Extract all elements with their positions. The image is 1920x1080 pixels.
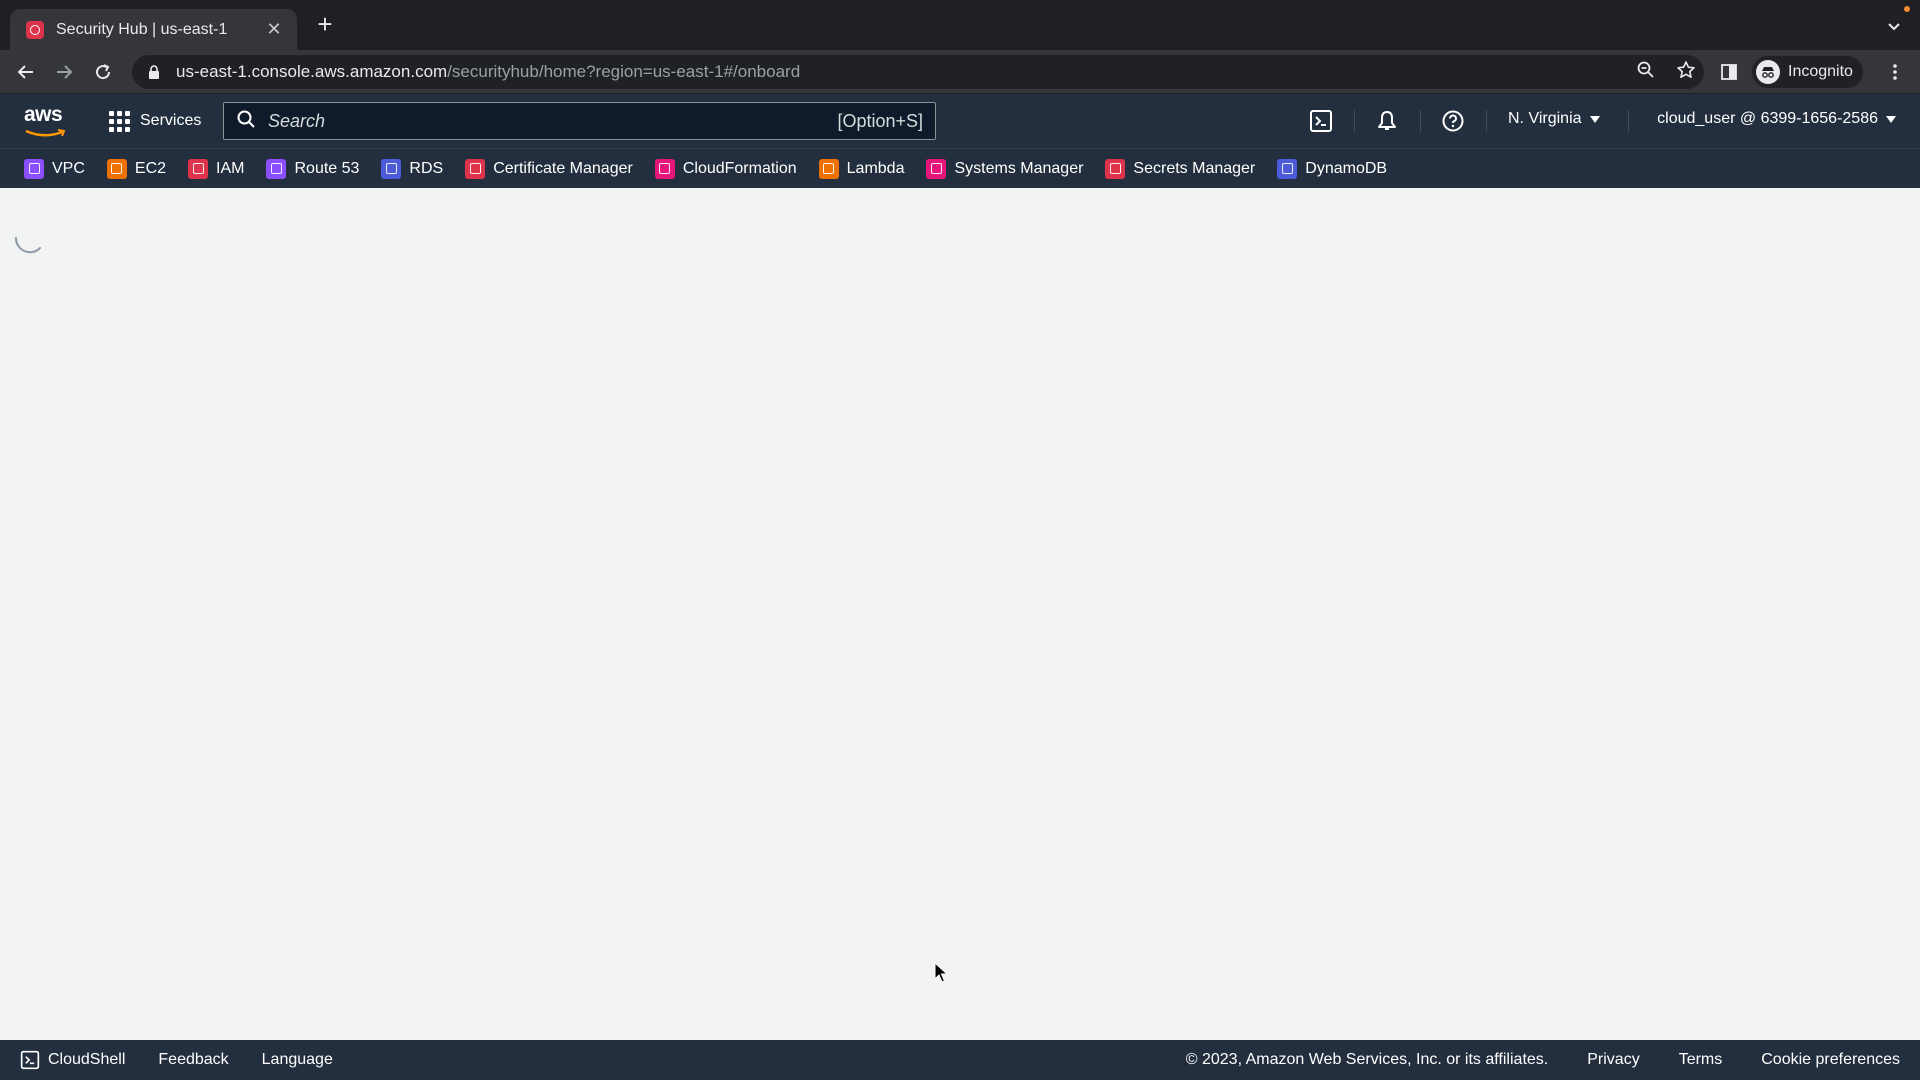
favorite-label: CloudFormation (682, 159, 797, 177)
browser-tab-strip: Security Hub | us-east-1 ✕ + (0, 0, 1920, 50)
cloudshell-label: CloudShell (48, 1051, 126, 1068)
certificate-manager-service-icon (465, 158, 486, 179)
browser-menu-icon[interactable] (1882, 59, 1908, 85)
incognito-profile-button[interactable]: Incognito (1752, 56, 1863, 88)
favorite-secrets-manager[interactable]: Secrets Manager (1105, 158, 1256, 179)
terms-link[interactable]: Terms (1679, 1051, 1723, 1069)
favorite-label: Systems Manager (954, 159, 1084, 177)
bookmark-star-icon[interactable] (1676, 60, 1696, 85)
favorites-bar: VPC EC2 IAM Route 53 RDS Certificate Manager C… (0, 148, 1920, 188)
favorite-label: Route 53 (294, 159, 360, 177)
favorite-label: Certificate Manager (493, 159, 633, 177)
secrets-manager-service-icon (1105, 158, 1126, 179)
vpc-service-icon (24, 158, 44, 179)
grid-icon (108, 110, 130, 132)
forward-arrow-icon[interactable] (51, 59, 77, 85)
cloudshell-icon (20, 1050, 40, 1070)
favorite-vpc[interactable]: VPC (24, 158, 85, 179)
favorite-label: DynamoDB (1305, 159, 1388, 177)
favorite-label: RDS (409, 159, 444, 177)
lock-icon (146, 64, 162, 80)
favorite-certificate-manager[interactable]: Certificate Manager (465, 158, 633, 179)
cloudshell-button[interactable]: CloudShell (20, 1050, 125, 1070)
nav-divider (1628, 110, 1629, 132)
profile-label: Incognito (1788, 63, 1853, 80)
copyright-text: © 2023, Amazon Web Services, Inc. or its… (1185, 1051, 1549, 1068)
cloudshell-icon[interactable] (1308, 108, 1334, 134)
nav-divider (1354, 110, 1355, 132)
favorite-ec2[interactable]: EC2 (106, 158, 167, 179)
favorite-label: VPC (52, 159, 85, 177)
dynamodb-service-icon (1277, 158, 1298, 179)
security-hub-favicon-icon (26, 20, 44, 39)
tab-title: Security Hub | us-east-1 (56, 20, 228, 38)
aws-top-nav: aws Services [Option+S] N. Virginia clou… (0, 94, 1920, 148)
close-tab-icon[interactable]: ✕ (263, 19, 285, 40)
systems-manager-service-icon (926, 158, 947, 179)
rds-service-icon (381, 158, 402, 179)
account-label: cloud_user @ 6399-1656-2586 (1657, 110, 1878, 127)
aws-logo[interactable]: aws (24, 104, 68, 138)
favorite-dynamodb[interactable]: DynamoDB (1277, 158, 1388, 179)
notifications-bell-icon[interactable] (1374, 108, 1400, 134)
favorite-systems-manager[interactable]: Systems Manager (926, 158, 1084, 179)
aws-smile-icon (25, 129, 66, 137)
favorite-label: EC2 (134, 159, 167, 177)
language-link[interactable]: Language (262, 1051, 333, 1069)
search-input[interactable] (268, 110, 838, 132)
privacy-link[interactable]: Privacy (1587, 1051, 1639, 1069)
zoom-icon[interactable] (1636, 60, 1656, 85)
console-search[interactable]: [Option+S] (223, 102, 936, 140)
region-label: N. Virginia (1508, 110, 1582, 127)
new-tab-button[interactable]: + (312, 11, 338, 38)
url-host: us-east-1.console.aws.amazon.com (176, 62, 448, 81)
side-panel-icon[interactable] (1716, 59, 1742, 85)
browser-tab[interactable]: Security Hub | us-east-1 ✕ (10, 9, 297, 50)
search-shortcut-hint: [Option+S] (837, 110, 923, 131)
nav-divider (1420, 110, 1421, 132)
favorite-cloudformation[interactable]: CloudFormation (654, 158, 797, 179)
services-label: Services (140, 112, 202, 129)
cloudformation-service-icon (654, 158, 675, 179)
region-selector[interactable]: N. Virginia (1508, 110, 1600, 128)
favorite-label: IAM (216, 159, 245, 177)
iam-service-icon (188, 158, 209, 179)
ec2-service-icon (106, 158, 127, 179)
route-53-service-icon (266, 158, 287, 179)
search-icon (236, 109, 256, 134)
mouse-cursor-icon (934, 962, 948, 983)
cookie-preferences-link[interactable]: Cookie preferences (1761, 1051, 1900, 1069)
favorite-label: Secrets Manager (1133, 159, 1256, 177)
recording-indicator (1904, 6, 1910, 12)
caret-down-icon (1886, 115, 1896, 123)
reload-icon[interactable] (90, 59, 116, 85)
account-menu[interactable]: cloud_user @ 6399-1656-2586 (1657, 110, 1896, 128)
caret-down-icon (1589, 115, 1600, 123)
browser-toolbar: us-east-1.console.aws.amazon.com/securit… (0, 50, 1920, 94)
loading-spinner (14, 237, 41, 254)
incognito-icon (1756, 60, 1780, 84)
help-icon[interactable] (1440, 108, 1466, 134)
console-footer: CloudShell Feedback Language © 2023, Ama… (0, 1040, 1920, 1080)
favorite-rds[interactable]: RDS (381, 158, 444, 179)
favorite-iam[interactable]: IAM (188, 158, 245, 179)
services-menu-button[interactable]: Services (108, 108, 201, 134)
nav-divider (1486, 110, 1487, 132)
url-path: /securityhub/home?region=us-east-1#/onbo… (447, 62, 801, 81)
feedback-link[interactable]: Feedback (158, 1051, 228, 1069)
main-content (0, 188, 1920, 1040)
address-bar[interactable]: us-east-1.console.aws.amazon.com/securit… (132, 55, 1704, 89)
favorite-label: Lambda (846, 159, 905, 177)
back-arrow-icon[interactable] (13, 59, 39, 85)
url-text: us-east-1.console.aws.amazon.com/securit… (176, 62, 800, 82)
favorite-route-53[interactable]: Route 53 (266, 158, 360, 179)
lambda-service-icon (818, 158, 839, 179)
favorite-lambda[interactable]: Lambda (818, 158, 905, 179)
tab-search-chevron-icon[interactable] (1884, 16, 1904, 36)
